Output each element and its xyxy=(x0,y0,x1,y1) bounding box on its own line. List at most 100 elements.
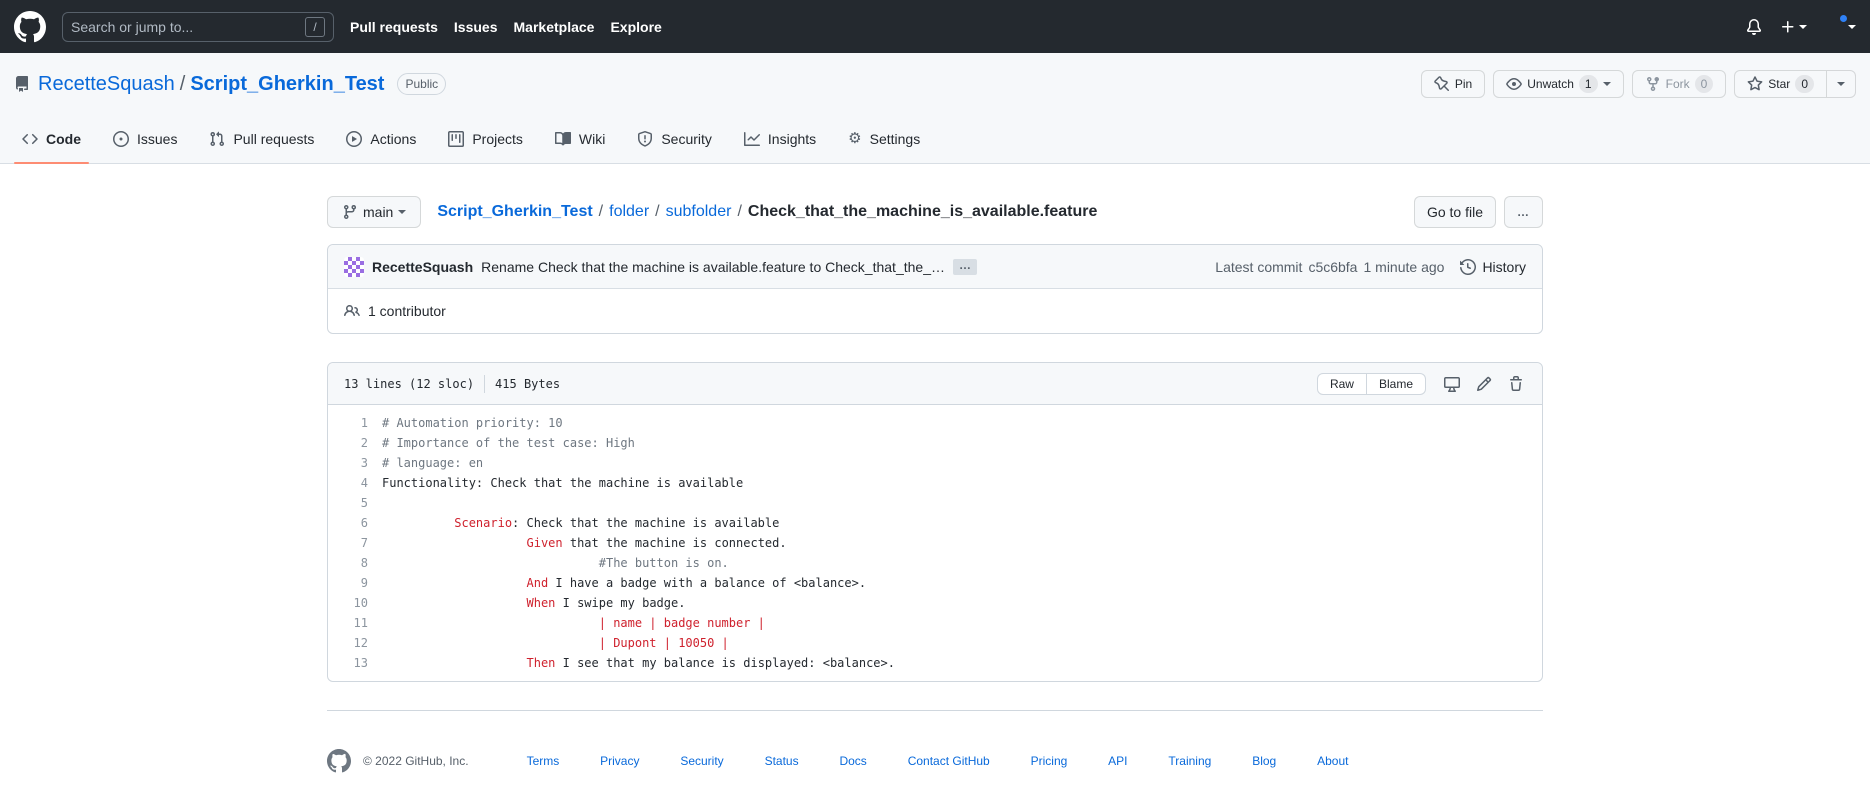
star-dropdown-button[interactable] xyxy=(1827,70,1856,98)
contributors-row[interactable]: 1 contributor xyxy=(328,289,1542,333)
pin-button[interactable]: Pin xyxy=(1421,70,1485,98)
line-number[interactable]: 13 xyxy=(328,653,368,673)
code-line: 9 And I have a badge with a balance of <… xyxy=(328,573,1542,593)
file-lines-info: 13 lines (12 sloc) xyxy=(344,377,474,391)
line-number[interactable]: 7 xyxy=(328,533,368,553)
more-options-button[interactable]: … xyxy=(1504,196,1543,228)
tab-label: Pull requests xyxy=(233,131,314,147)
tab-insights[interactable]: Insights xyxy=(728,115,832,163)
header-nav-explore[interactable]: Explore xyxy=(610,19,661,35)
repo-owner-link[interactable]: RecetteSquash xyxy=(38,73,175,96)
repo-pagehead: RecetteSquash / Script_Gherkin_Test Publ… xyxy=(0,53,1870,164)
repo-title-separator: / xyxy=(180,73,186,96)
star-button[interactable]: Star 0 xyxy=(1734,70,1827,98)
notification-dot xyxy=(1838,13,1849,24)
go-to-file-button[interactable]: Go to file xyxy=(1414,196,1496,228)
footer-link-api[interactable]: API xyxy=(1108,754,1127,768)
header-nav-pull-requests[interactable]: Pull requests xyxy=(350,19,438,35)
commit-author-avatar[interactable] xyxy=(344,257,364,277)
branch-selector[interactable]: main xyxy=(327,196,421,228)
repo-actions: Pin Unwatch 1 Fork 0 Star 0 xyxy=(1421,70,1856,98)
code-line: 3# language: en xyxy=(328,453,1542,473)
footer-link-contact-github[interactable]: Contact GitHub xyxy=(908,754,990,768)
breadcrumb-folder-subfolder[interactable]: subfolder xyxy=(666,203,732,221)
footer: © 2022 GitHub, Inc. Terms Privacy Security… xyxy=(0,710,1870,773)
footer-link-privacy[interactable]: Privacy xyxy=(600,754,639,768)
footer-link-training[interactable]: Training xyxy=(1168,754,1211,768)
open-in-desktop-button[interactable] xyxy=(1436,372,1468,396)
tab-label: Code xyxy=(46,131,81,147)
footer-link-pricing[interactable]: Pricing xyxy=(1031,754,1068,768)
line-number[interactable]: 4 xyxy=(328,473,368,493)
commit-author-link[interactable]: RecetteSquash xyxy=(372,259,473,275)
blame-button[interactable]: Blame xyxy=(1367,373,1426,395)
raw-button[interactable]: Raw xyxy=(1317,373,1367,395)
tab-settings[interactable]: ⚙Settings xyxy=(832,115,936,163)
line-number[interactable]: 11 xyxy=(328,613,368,633)
chevron-down-icon xyxy=(398,210,406,214)
tab-code[interactable]: Code xyxy=(6,115,97,163)
code-line: 7 Given that the machine is connected. xyxy=(328,533,1542,553)
line-number[interactable]: 6 xyxy=(328,513,368,533)
file-actions: Raw Blame xyxy=(1317,372,1532,396)
github-logo-icon[interactable] xyxy=(14,11,46,43)
code-line: 11 | name | badge number | xyxy=(328,613,1542,633)
fork-button[interactable]: Fork 0 xyxy=(1632,70,1727,98)
line-number[interactable]: 9 xyxy=(328,573,368,593)
notifications-button[interactable] xyxy=(1746,19,1762,35)
copyright: © 2022 GitHub, Inc. xyxy=(363,754,469,768)
line-number[interactable]: 12 xyxy=(328,633,368,653)
tab-label: Actions xyxy=(370,131,416,147)
project-icon xyxy=(448,131,464,147)
line-number[interactable]: 3 xyxy=(328,453,368,473)
breadcrumb-folder-folder[interactable]: folder xyxy=(609,203,649,221)
commit-time: 1 minute ago xyxy=(1363,259,1444,275)
breadcrumb-repo-link[interactable]: Script_Gherkin_Test xyxy=(437,203,592,221)
github-footer-logo-icon[interactable] xyxy=(327,749,351,773)
delete-file-button[interactable] xyxy=(1500,372,1532,396)
tab-projects[interactable]: Projects xyxy=(432,115,539,163)
tab-label: Wiki xyxy=(579,131,605,147)
tab-actions[interactable]: Actions xyxy=(330,115,432,163)
breadcrumb-separator: / xyxy=(655,203,659,221)
device-desktop-icon xyxy=(1444,376,1460,392)
tab-wiki[interactable]: Wiki xyxy=(539,115,621,163)
tab-security[interactable]: Security xyxy=(621,115,728,163)
history-link[interactable]: History xyxy=(1460,259,1526,275)
edit-file-button[interactable] xyxy=(1468,372,1500,396)
commit-message-link[interactable]: Rename Check that the machine is availab… xyxy=(481,259,945,275)
commit-message-expand-button[interactable]: … xyxy=(953,259,977,275)
footer-link-about[interactable]: About xyxy=(1317,754,1348,768)
repo-name-link[interactable]: Script_Gherkin_Test xyxy=(190,73,384,96)
line-number[interactable]: 5 xyxy=(328,493,368,513)
header-right xyxy=(1746,17,1856,37)
header-nav-marketplace[interactable]: Marketplace xyxy=(514,19,595,35)
eye-icon xyxy=(1506,76,1522,92)
search-input[interactable]: Search or jump to... / xyxy=(62,12,334,42)
line-content: | name | badge number | xyxy=(368,613,1542,633)
line-content: # Importance of the test case: High xyxy=(368,433,1542,453)
raw-blame-group: Raw Blame xyxy=(1317,373,1426,395)
code-body: 1# Automation priority: 102# Importance … xyxy=(328,413,1542,673)
line-content: Functionality: Check that the machine is… xyxy=(368,473,1542,493)
line-number[interactable]: 8 xyxy=(328,553,368,573)
graph-icon xyxy=(744,131,760,147)
line-number[interactable]: 10 xyxy=(328,593,368,613)
footer-link-docs[interactable]: Docs xyxy=(839,754,866,768)
line-number[interactable]: 2 xyxy=(328,433,368,453)
tab-pull-requests[interactable]: Pull requests xyxy=(193,115,330,163)
git-branch-icon xyxy=(342,204,358,220)
footer-link-blog[interactable]: Blog xyxy=(1252,754,1276,768)
footer-link-status[interactable]: Status xyxy=(765,754,799,768)
tab-issues[interactable]: Issues xyxy=(97,115,193,163)
line-number[interactable]: 1 xyxy=(328,413,368,433)
user-menu-button[interactable] xyxy=(1825,17,1856,37)
header-nav-issues[interactable]: Issues xyxy=(454,19,498,35)
code-line: 12 | Dupont | 10050 | xyxy=(328,633,1542,653)
unwatch-button[interactable]: Unwatch 1 xyxy=(1493,70,1623,98)
create-new-button[interactable] xyxy=(1780,19,1807,35)
footer-link-security[interactable]: Security xyxy=(680,754,723,768)
commit-sha-link[interactable]: c5c6bfa xyxy=(1308,259,1357,275)
footer-link-terms[interactable]: Terms xyxy=(527,754,560,768)
line-content: # Automation priority: 10 xyxy=(368,413,1542,433)
